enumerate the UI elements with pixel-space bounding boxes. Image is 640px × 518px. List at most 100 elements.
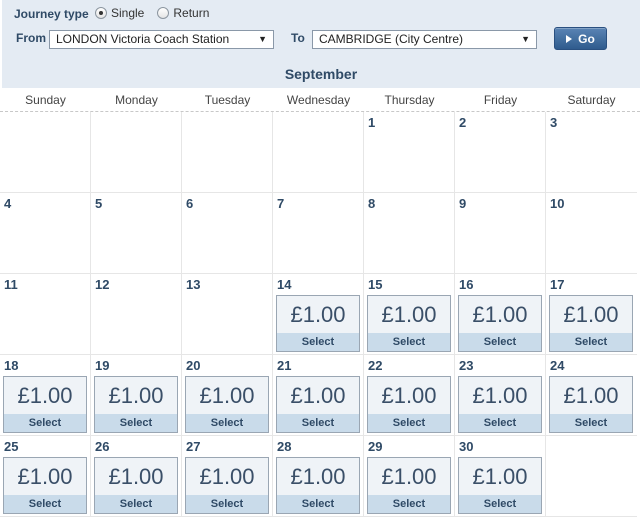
day-number: 5 bbox=[95, 196, 103, 211]
from-select-value: LONDON Victoria Coach Station bbox=[56, 32, 230, 46]
calendar-day-cell: 3 bbox=[546, 112, 637, 193]
day-number: 13 bbox=[186, 277, 201, 292]
fare-price: £1.00 bbox=[459, 377, 541, 414]
fare-select-label: Select bbox=[4, 414, 86, 432]
fare-select-button[interactable]: £1.00 Select bbox=[367, 295, 451, 352]
calendar-grid: 1 2 3 4 5 6 7 8 9 10 11 12 13 14 £1.00 Select 15 £1.00 Sel… bbox=[0, 112, 638, 517]
calendar-day-cell: 19 £1.00 Select bbox=[91, 355, 182, 436]
calendar-empty-cell bbox=[546, 436, 637, 517]
fare-select-label: Select bbox=[550, 333, 632, 351]
day-number: 2 bbox=[459, 115, 467, 130]
calendar-day-cell: 25 £1.00 Select bbox=[0, 436, 91, 517]
day-number: 3 bbox=[550, 115, 558, 130]
weekday-saturday: Saturday bbox=[567, 93, 616, 107]
fare-select-label: Select bbox=[186, 414, 268, 432]
go-button[interactable]: Go bbox=[554, 27, 607, 50]
from-select[interactable]: LONDON Victoria Coach Station ▼ bbox=[49, 30, 274, 49]
fare-price: £1.00 bbox=[186, 377, 268, 414]
fare-select-label: Select bbox=[368, 333, 450, 351]
day-number: 6 bbox=[186, 196, 194, 211]
fare-select-label: Select bbox=[95, 495, 177, 513]
calendar-day-cell: 6 bbox=[182, 193, 273, 274]
fare-select-button[interactable]: £1.00 Select bbox=[458, 376, 542, 433]
fare-select-button[interactable]: £1.00 Select bbox=[94, 457, 178, 514]
to-select[interactable]: CAMBRIDGE (City Centre) ▼ bbox=[312, 30, 537, 49]
day-number: 29 bbox=[368, 439, 383, 454]
calendar-day-cell: 13 bbox=[182, 274, 273, 355]
fare-price: £1.00 bbox=[459, 458, 541, 495]
fare-select-label: Select bbox=[459, 495, 541, 513]
calendar-day-cell: 14 £1.00 Select bbox=[273, 274, 364, 355]
day-number: 27 bbox=[186, 439, 201, 454]
fare-select-button[interactable]: £1.00 Select bbox=[3, 457, 87, 514]
calendar-day-cell: 18 £1.00 Select bbox=[0, 355, 91, 436]
weekday-thursday: Thursday bbox=[384, 93, 435, 107]
fare-price: £1.00 bbox=[95, 377, 177, 414]
day-number: 22 bbox=[368, 358, 383, 373]
fare-price: £1.00 bbox=[4, 458, 86, 495]
fare-select-button[interactable]: £1.00 Select bbox=[367, 376, 451, 433]
fare-select-button[interactable]: £1.00 Select bbox=[185, 376, 269, 433]
calendar-day-cell: 26 £1.00 Select bbox=[91, 436, 182, 517]
fare-select-label: Select bbox=[277, 333, 359, 351]
fare-select-label: Select bbox=[277, 414, 359, 432]
chevron-down-icon: ▼ bbox=[258, 34, 267, 44]
go-button-label: Go bbox=[578, 31, 595, 46]
radio-single-indicator[interactable] bbox=[95, 7, 107, 19]
calendar-day-cell: 4 bbox=[0, 193, 91, 274]
fare-price: £1.00 bbox=[95, 458, 177, 495]
weekday-tuesday: Tuesday bbox=[204, 93, 251, 107]
fare-price: £1.00 bbox=[277, 296, 359, 333]
weekday-sunday: Sunday bbox=[25, 93, 66, 107]
calendar-day-cell: 10 bbox=[546, 193, 637, 274]
fare-select-label: Select bbox=[95, 414, 177, 432]
fare-select-button[interactable]: £1.00 Select bbox=[185, 457, 269, 514]
day-number: 18 bbox=[4, 358, 19, 373]
calendar-day-cell: 7 bbox=[273, 193, 364, 274]
radio-return-indicator[interactable] bbox=[157, 7, 170, 19]
day-number: 19 bbox=[95, 358, 110, 373]
calendar-day-cell: 21 £1.00 Select bbox=[273, 355, 364, 436]
fare-price: £1.00 bbox=[277, 377, 359, 414]
fare-price: £1.00 bbox=[4, 377, 86, 414]
day-number: 16 bbox=[459, 277, 474, 292]
radio-single[interactable]: Single bbox=[95, 6, 144, 20]
calendar-day-cell: 29 £1.00 Select bbox=[364, 436, 455, 517]
calendar-empty-cell bbox=[0, 112, 91, 193]
to-label: To bbox=[291, 31, 305, 45]
fare-select-button[interactable]: £1.00 Select bbox=[549, 376, 633, 433]
fare-select-button[interactable]: £1.00 Select bbox=[276, 457, 360, 514]
from-label: From bbox=[16, 31, 46, 45]
fare-select-label: Select bbox=[550, 414, 632, 432]
day-number: 7 bbox=[277, 196, 285, 211]
play-icon bbox=[566, 34, 573, 43]
radio-single-label: Single bbox=[111, 6, 145, 20]
calendar-day-cell: 16 £1.00 Select bbox=[455, 274, 546, 355]
fare-select-button[interactable]: £1.00 Select bbox=[276, 295, 360, 352]
calendar-day-cell: 9 bbox=[455, 193, 546, 274]
journey-type-group: Single Return bbox=[95, 6, 222, 20]
calendar-day-cell: 15 £1.00 Select bbox=[364, 274, 455, 355]
day-number: 4 bbox=[4, 196, 12, 211]
fare-select-button[interactable]: £1.00 Select bbox=[458, 295, 542, 352]
fare-select-button[interactable]: £1.00 Select bbox=[3, 376, 87, 433]
calendar-day-cell: 22 £1.00 Select bbox=[364, 355, 455, 436]
fare-select-button[interactable]: £1.00 Select bbox=[458, 457, 542, 514]
calendar-day-cell: 8 bbox=[364, 193, 455, 274]
weekday-friday: Friday bbox=[483, 93, 518, 107]
fare-select-button[interactable]: £1.00 Select bbox=[367, 457, 451, 514]
fare-select-button[interactable]: £1.00 Select bbox=[94, 376, 178, 433]
fare-price: £1.00 bbox=[550, 296, 632, 333]
day-number: 26 bbox=[95, 439, 110, 454]
calendar-day-cell: 27 £1.00 Select bbox=[182, 436, 273, 517]
fare-select-button[interactable]: £1.00 Select bbox=[549, 295, 633, 352]
weekday-monday: Monday bbox=[115, 93, 158, 107]
day-number: 30 bbox=[459, 439, 474, 454]
radio-return[interactable]: Return bbox=[157, 6, 209, 20]
calendar-day-cell: 12 bbox=[91, 274, 182, 355]
to-select-value: CAMBRIDGE (City Centre) bbox=[319, 32, 464, 46]
fare-select-button[interactable]: £1.00 Select bbox=[276, 376, 360, 433]
day-number: 14 bbox=[277, 277, 292, 292]
calendar-empty-cell bbox=[91, 112, 182, 193]
day-number: 17 bbox=[550, 277, 565, 292]
